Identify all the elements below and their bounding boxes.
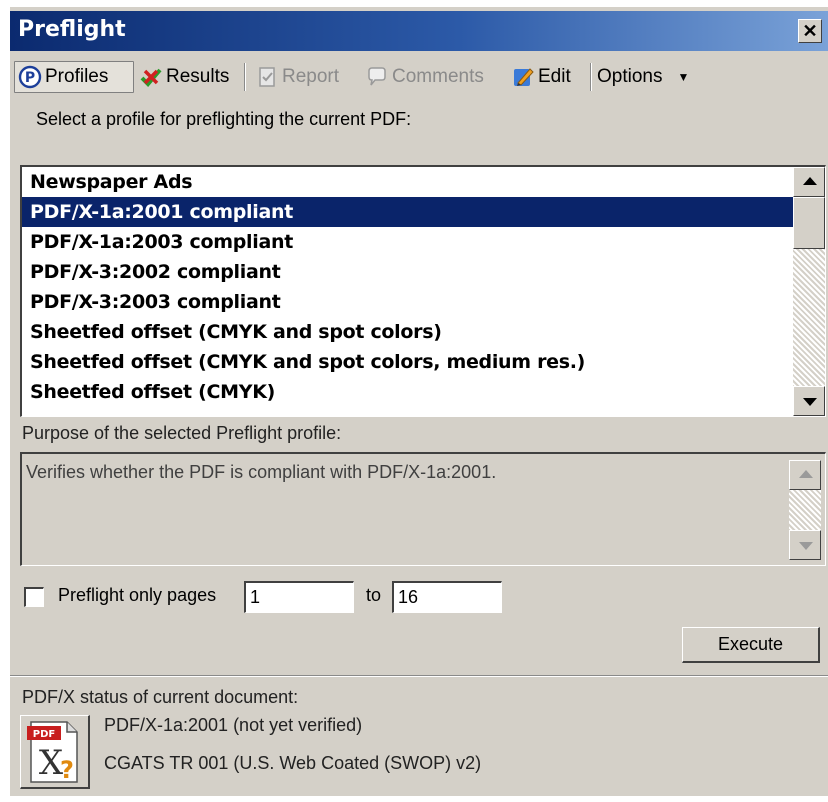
tab-edit[interactable]: Edit	[508, 61, 588, 93]
pdfx-status-line1: PDF/X-1a:2001 (not yet verified)	[104, 715, 363, 735]
purpose-scrollbar[interactable]	[789, 460, 821, 560]
title-bar[interactable]: Preflight ✕	[10, 11, 828, 51]
pdfx-status-button[interactable]: PDF X ?	[20, 715, 90, 789]
preflight-window: Preflight ✕ P Profiles Results Report Co…	[10, 6, 828, 796]
profile-list-item[interactable]: Sheetfed offset (CMYK and spot colors, m…	[22, 347, 794, 377]
profile-list-item[interactable]: Sheetfed offset (CMYK)	[22, 377, 794, 407]
profiles-icon: P	[18, 65, 42, 89]
page-range-label: Preflight only pages	[58, 585, 217, 605]
chevron-down-icon: ▼	[677, 70, 690, 84]
purpose-label: Purpose of the selected Preflight profil…	[22, 423, 342, 443]
page-to-label: to	[366, 585, 382, 605]
tab-results-label: Results	[166, 66, 230, 87]
close-icon: ✕	[802, 21, 818, 41]
page-range-checkbox[interactable]	[24, 587, 44, 607]
tab-results[interactable]: Results	[136, 61, 240, 93]
options-label: Options	[597, 66, 663, 87]
page-from-field[interactable]: 1	[244, 581, 354, 613]
scroll-thumb[interactable]	[793, 197, 825, 249]
arrow-down-icon	[799, 542, 813, 550]
purpose-scroll-down-button[interactable]	[789, 530, 821, 560]
edit-icon	[514, 68, 534, 86]
purpose-box: Verifies whether the PDF is compliant wi…	[20, 452, 826, 566]
tab-report-label: Report	[282, 66, 340, 87]
profile-list-item[interactable]: PDF/X-3:2003 compliant	[22, 287, 794, 317]
tab-profiles[interactable]: P Profiles	[14, 61, 134, 93]
scroll-up-button[interactable]	[793, 167, 825, 197]
close-button[interactable]: ✕	[798, 19, 822, 43]
profile-list-item[interactable]: Newspaper Ads	[22, 167, 794, 197]
toolbar: P Profiles Results Report Comments Edit …	[10, 57, 828, 95]
pdfx-status-line2: CGATS TR 001 (U.S. Web Coated (SWOP) v2)	[104, 753, 482, 773]
tab-profiles-label: Profiles	[45, 66, 109, 87]
toolbar-separator	[244, 63, 246, 91]
profile-list-item[interactable]: PDF/X-1a:2001 compliant	[22, 197, 794, 227]
scroll-down-button[interactable]	[793, 386, 825, 416]
window-title: Preflight	[18, 17, 126, 42]
arrow-down-icon	[803, 398, 817, 406]
purpose-text: Verifies whether the PDF is compliant wi…	[26, 462, 497, 482]
profile-list-item[interactable]: PDF/X-3:2002 compliant	[22, 257, 794, 287]
arrow-up-icon	[803, 177, 817, 185]
tab-comments-label: Comments	[392, 66, 484, 87]
profile-list-item[interactable]: Sheetfed offset (CMYK and spot colors)	[22, 317, 794, 347]
svg-text:?: ?	[60, 756, 74, 784]
pdfx-icon: PDF X ?	[27, 721, 78, 784]
divider	[10, 675, 828, 677]
pdfx-status-label: PDF/X status of current document:	[22, 687, 299, 707]
tab-report[interactable]: Report	[252, 61, 358, 93]
svg-text:P: P	[25, 70, 35, 86]
profile-rows: Newspaper Ads PDF/X-1a:2001 compliant PDF/…	[22, 167, 794, 407]
results-icon	[140, 68, 162, 87]
profile-instructions: Select a profile for preflighting the cu…	[36, 109, 412, 129]
page-to-field[interactable]: 16	[392, 581, 502, 613]
toolbar-separator	[590, 63, 592, 91]
profile-list-scrollbar[interactable]	[793, 167, 825, 416]
arrow-up-icon	[799, 470, 813, 478]
profile-list-item[interactable]: PDF/X-1a:2003 compliant	[22, 227, 794, 257]
options-menu[interactable]: Options ▼	[594, 61, 694, 93]
purpose-scroll-up-button[interactable]	[789, 460, 821, 490]
profile-list[interactable]: Newspaper Ads PDF/X-1a:2001 compliant PDF/…	[20, 165, 826, 417]
tab-edit-label: Edit	[538, 66, 571, 87]
comments-icon	[368, 67, 386, 86]
tab-comments[interactable]: Comments	[362, 61, 502, 93]
report-icon	[259, 67, 275, 87]
svg-text:PDF: PDF	[33, 729, 55, 740]
execute-button[interactable]: Execute	[682, 627, 820, 663]
